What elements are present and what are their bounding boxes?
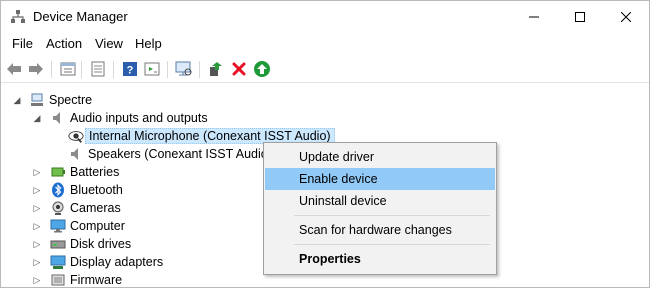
monitor-icon [50, 218, 66, 234]
tree-node-computer[interactable]: Computer [50, 217, 125, 235]
tree-label-spectre: Spectre [49, 93, 93, 107]
tree-label-audio: Audio inputs and outputs [70, 111, 208, 125]
context-properties[interactable]: Properties [265, 248, 495, 270]
webcam-icon [50, 200, 66, 216]
show-hide-icon[interactable] [89, 60, 107, 78]
expand-icon[interactable]: ▷ [32, 217, 42, 235]
disk-drive-icon [50, 236, 66, 252]
speaker-icon [68, 146, 84, 162]
menu-file[interactable]: File [12, 36, 33, 51]
properties-icon[interactable] [59, 60, 77, 78]
context-separator [294, 244, 490, 245]
tree-label-cameras: Cameras [70, 201, 121, 215]
minimize-button[interactable] [511, 1, 557, 32]
context-properties-label: Properties [299, 252, 361, 266]
add-driver-icon[interactable] [207, 60, 225, 78]
toolbar-separator [167, 61, 168, 78]
window-title: Device Manager [33, 9, 128, 24]
svg-text:?: ? [127, 65, 134, 77]
title-bar[interactable]: Device Manager [1, 1, 649, 32]
menu-bar: File Action View Help [1, 32, 649, 55]
context-separator [294, 215, 490, 216]
update-driver-icon[interactable] [143, 60, 161, 78]
tree-node-audio[interactable]: Audio inputs and outputs [50, 109, 208, 127]
context-menu: Update driver Enable device Uninstall de… [263, 142, 497, 275]
tree-label-batteries: Batteries [70, 165, 120, 179]
tree-node-spectre[interactable]: Spectre [29, 91, 92, 109]
tree-node-bluetooth[interactable]: Bluetooth [50, 181, 123, 199]
toolbar: ? [1, 56, 649, 83]
tree-label-display-adapters: Display adapters [70, 255, 164, 269]
menu-help[interactable]: Help [135, 36, 162, 51]
tree-label-speakers: Speakers (Conexant ISST Audio) [88, 147, 272, 161]
computer-network-icon [29, 92, 45, 108]
tree-label-bluetooth: Bluetooth [70, 183, 123, 197]
menu-action[interactable]: Action [46, 36, 82, 51]
enable-device-icon[interactable] [253, 60, 271, 78]
context-update-driver[interactable]: Update driver [265, 146, 495, 168]
expand-icon[interactable]: ▷ [32, 163, 42, 181]
context-update-driver-label: Update driver [299, 150, 375, 164]
tree-node-firmware[interactable]: Firmware [50, 271, 123, 287]
display-adapter-icon [50, 254, 66, 270]
tree-node-display-adapters[interactable]: Display adapters [50, 253, 163, 271]
battery-icon [50, 164, 66, 180]
close-button[interactable] [603, 1, 649, 32]
context-scan-hardware-label: Scan for hardware changes [299, 223, 452, 237]
tree-label-computer: Computer [70, 219, 125, 233]
maximize-button[interactable] [557, 1, 603, 32]
expand-icon[interactable]: ▷ [32, 181, 42, 199]
collapse-icon[interactable]: ◢ [32, 109, 42, 127]
disabled-microphone-icon [68, 128, 84, 144]
expand-icon[interactable]: ▷ [32, 199, 42, 217]
bluetooth-icon [50, 182, 66, 198]
device-manager-icon [10, 9, 26, 25]
tree-label-firmware: Firmware [70, 273, 123, 287]
tree-node-batteries[interactable]: Batteries [50, 163, 119, 181]
tree-label-disk-drives: Disk drives [70, 237, 132, 251]
speaker-icon [50, 110, 66, 126]
help-icon[interactable]: ? [121, 60, 139, 78]
tree-node-speakers[interactable]: Speakers (Conexant ISST Audio) [68, 145, 272, 163]
firmware-icon [50, 272, 66, 287]
device-manager-window: Device Manager File Action View Help ? ◢… [0, 0, 650, 288]
expand-icon[interactable]: ▷ [32, 271, 42, 287]
collapse-icon[interactable]: ◢ [12, 91, 22, 109]
context-enable-device[interactable]: Enable device [265, 168, 495, 190]
forward-arrow-icon[interactable] [27, 60, 45, 78]
context-enable-device-label: Enable device [299, 172, 378, 186]
toolbar-separator [51, 61, 52, 78]
context-scan-hardware[interactable]: Scan for hardware changes [265, 219, 495, 241]
context-uninstall-device[interactable]: Uninstall device [265, 190, 495, 212]
back-arrow-icon[interactable] [5, 60, 23, 78]
scan-hardware-icon[interactable] [175, 60, 193, 78]
expand-icon[interactable]: ▷ [32, 235, 42, 253]
tree-node-disk-drives[interactable]: Disk drives [50, 235, 131, 253]
uninstall-icon[interactable] [230, 60, 248, 78]
context-uninstall-device-label: Uninstall device [299, 194, 387, 208]
toolbar-separator [81, 61, 82, 78]
menu-view[interactable]: View [95, 36, 123, 51]
tree-node-cameras[interactable]: Cameras [50, 199, 121, 217]
toolbar-separator [113, 61, 114, 78]
toolbar-separator [199, 61, 200, 78]
expand-icon[interactable]: ▷ [32, 253, 42, 271]
